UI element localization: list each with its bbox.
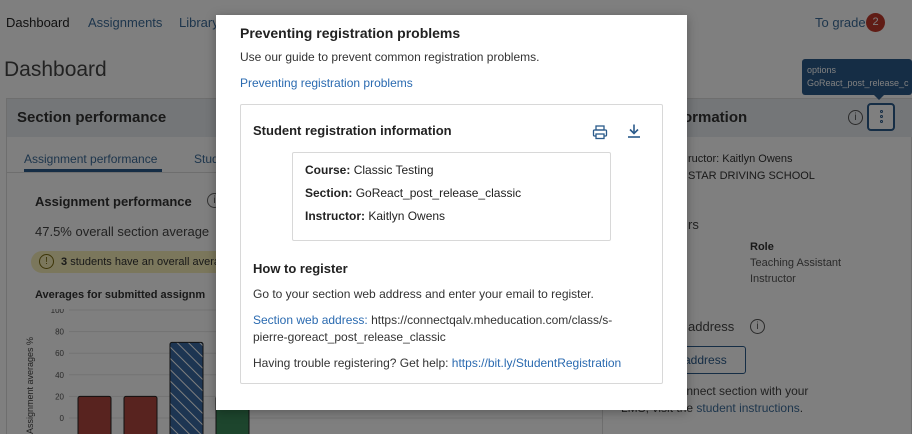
help-line: Having trouble registering? Get help: ht… xyxy=(253,356,621,370)
section-row: Section: GoReact_post_release_classic xyxy=(305,186,521,200)
registration-info-card: Student registration information Course:… xyxy=(240,104,663,384)
preventing-problems-link[interactable]: Preventing registration problems xyxy=(240,76,413,90)
how-to-register-title: How to register xyxy=(253,261,348,276)
course-label: Course: xyxy=(305,163,351,177)
instructor-row: Instructor: Kaitlyn Owens xyxy=(305,209,445,223)
section-web-address: Section web address: https://connectqalv… xyxy=(253,312,643,346)
modal-title: Preventing registration problems xyxy=(240,25,461,41)
modal-description: Use our guide to prevent common registra… xyxy=(240,50,540,64)
help-link[interactable]: https://bit.ly/StudentRegistration xyxy=(452,356,621,370)
help-text: Having trouble registering? Get help: xyxy=(253,356,449,370)
print-icon[interactable] xyxy=(592,124,608,140)
instructor-label: Instructor: xyxy=(305,209,365,223)
registration-info-title: Student registration information xyxy=(253,123,452,138)
section-label: Section: xyxy=(305,186,353,200)
course-info-box: Course: Classic Testing Section: GoReact… xyxy=(292,152,611,241)
instructor-value: Kaitlyn Owens xyxy=(368,209,446,223)
section-value: GoReact_post_release_classic xyxy=(355,186,522,200)
web-address-label: Section web address: xyxy=(253,313,368,327)
course-row: Course: Classic Testing xyxy=(305,163,434,177)
download-icon[interactable] xyxy=(626,123,642,139)
how-to-register-description: Go to your section web address and enter… xyxy=(253,287,594,301)
registration-modal: Preventing registration problems Use our… xyxy=(216,15,687,410)
course-value: Classic Testing xyxy=(353,163,434,177)
